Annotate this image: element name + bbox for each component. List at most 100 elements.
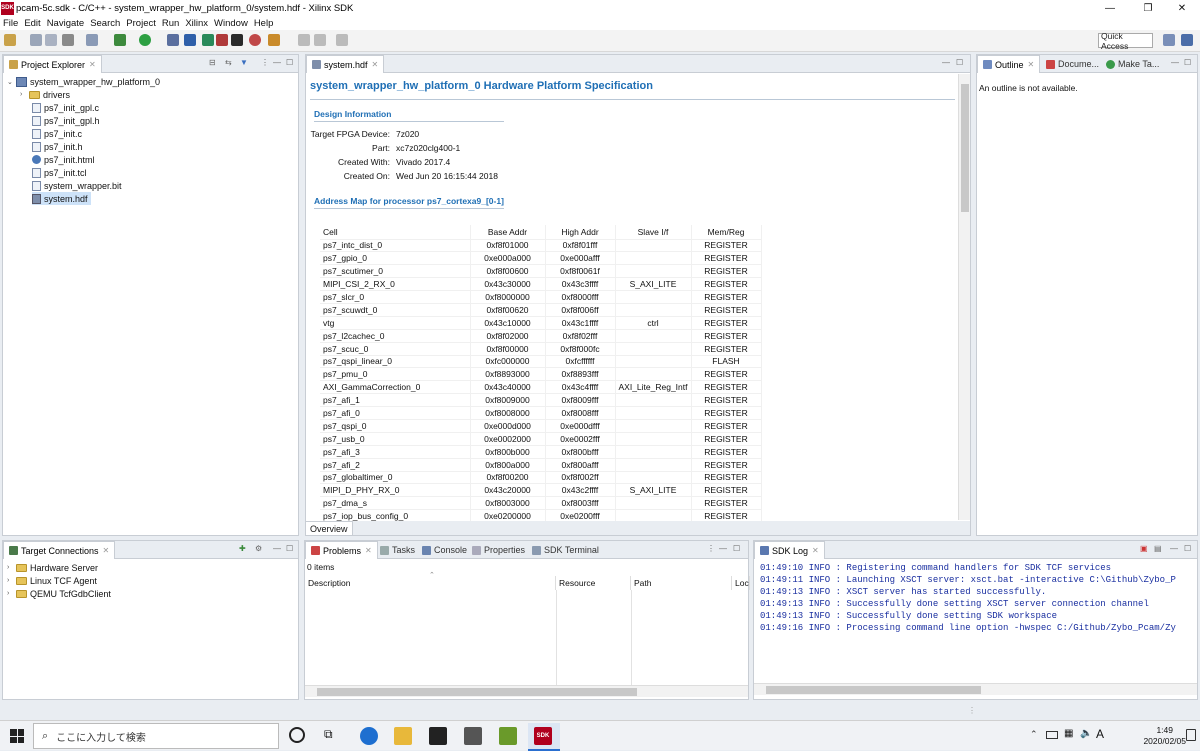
menu-xilinx[interactable]: Xilinx bbox=[185, 18, 208, 29]
tree-root[interactable]: ⌄ system_wrapper_hw_platform_0 bbox=[7, 75, 160, 88]
collapsed-arrow-icon[interactable]: › bbox=[7, 564, 16, 571]
tab-tasks[interactable]: Tasks bbox=[375, 541, 420, 559]
menu-window[interactable]: Window bbox=[214, 18, 248, 29]
notification-center-icon[interactable] bbox=[1186, 729, 1196, 741]
program-fpga-icon[interactable] bbox=[86, 34, 98, 46]
edge-browser-icon[interactable] bbox=[360, 727, 378, 745]
console-icon[interactable] bbox=[231, 34, 243, 46]
battery-icon[interactable] bbox=[1046, 731, 1058, 739]
new-icon[interactable] bbox=[4, 34, 16, 46]
collapsed-arrow-icon[interactable]: › bbox=[7, 577, 16, 584]
collapsed-arrow-icon[interactable]: › bbox=[7, 590, 16, 597]
tree-item[interactable]: ps7_init.html bbox=[32, 153, 95, 166]
close-tab-icon[interactable]: ✕ bbox=[89, 60, 96, 69]
problems-horizontal-scrollbar[interactable] bbox=[305, 685, 748, 697]
maximize-view-icon[interactable]: ☐ bbox=[733, 544, 740, 553]
taskbar-search-box[interactable]: ⌕ ここに入力して検索 bbox=[33, 723, 279, 749]
cpp-perspective-icon[interactable] bbox=[1181, 34, 1193, 46]
tree-item[interactable]: ps7_init_gpl.c bbox=[32, 101, 99, 114]
external-tools-icon[interactable] bbox=[167, 34, 179, 46]
tree-item-selected[interactable]: system.hdf bbox=[32, 192, 91, 205]
tab-documentation[interactable]: Docume... bbox=[1041, 55, 1104, 73]
tree-item[interactable]: ps7_init_gpl.h bbox=[32, 114, 100, 127]
tree-item[interactable]: system_wrapper.bit bbox=[32, 179, 122, 192]
file-explorer-icon[interactable] bbox=[394, 727, 412, 745]
debug-icon[interactable] bbox=[114, 34, 126, 46]
save-icon[interactable] bbox=[30, 34, 42, 46]
minimize-button[interactable]: — bbox=[1092, 0, 1128, 16]
view-menu-icon[interactable]: ⋮ bbox=[261, 58, 269, 67]
menu-project[interactable]: Project bbox=[126, 18, 156, 29]
run-icon[interactable] bbox=[139, 34, 151, 46]
scroll-thumb[interactable] bbox=[317, 688, 637, 696]
tree-item[interactable]: › Hardware Server bbox=[7, 561, 98, 574]
close-tab-icon[interactable]: ✕ bbox=[372, 60, 379, 69]
log-horizontal-scrollbar[interactable] bbox=[754, 683, 1197, 695]
column-header[interactable]: Path bbox=[631, 576, 732, 590]
expanded-arrow-icon[interactable]: ⌄ bbox=[7, 78, 16, 86]
back-icon[interactable] bbox=[298, 34, 310, 46]
tab-console[interactable]: Console bbox=[417, 541, 472, 559]
lock-scroll-icon[interactable]: ▤ bbox=[1154, 544, 1162, 553]
open-perspective-icon[interactable] bbox=[1163, 34, 1175, 46]
show-hidden-icons-icon[interactable]: ⌃ bbox=[1030, 729, 1038, 740]
tree-item[interactable]: ps7_init.tcl bbox=[32, 166, 87, 179]
close-tab-icon[interactable]: ✕ bbox=[1028, 60, 1035, 69]
filter-icon[interactable]: ▼ bbox=[240, 58, 248, 67]
link-editor-icon[interactable]: ⇆ bbox=[225, 58, 232, 67]
tree-item[interactable]: › Linux TCF Agent bbox=[7, 574, 97, 587]
tab-outline[interactable]: Outline ✕ bbox=[977, 55, 1041, 73]
tab-target-connections[interactable]: Target Connections ✕ bbox=[3, 541, 116, 559]
vivado-icon[interactable] bbox=[499, 727, 517, 745]
menu-file[interactable]: File bbox=[3, 18, 18, 29]
minimize-view-icon[interactable]: — bbox=[1171, 58, 1179, 67]
terminal-icon[interactable] bbox=[184, 34, 196, 46]
tab-system-hdf[interactable]: system.hdf ✕ bbox=[306, 55, 385, 73]
scroll-thumb[interactable] bbox=[961, 84, 969, 212]
menu-navigate[interactable]: Navigate bbox=[47, 18, 85, 29]
cortana-icon[interactable] bbox=[289, 727, 305, 743]
maximize-view-icon[interactable]: ☐ bbox=[1184, 58, 1191, 67]
tab-make-target[interactable]: Make Ta... bbox=[1101, 55, 1164, 73]
restore-button[interactable]: ❐ bbox=[1130, 0, 1166, 16]
editor-vertical-scrollbar[interactable] bbox=[958, 74, 970, 520]
save-all-icon[interactable] bbox=[45, 34, 57, 46]
view-menu-icon[interactable]: ⋮ bbox=[707, 544, 715, 553]
minimize-view-icon[interactable]: — bbox=[273, 544, 281, 553]
clear-log-icon[interactable]: ▣ bbox=[1140, 544, 1148, 553]
debug-config-icon[interactable] bbox=[249, 34, 261, 46]
maximize-view-icon[interactable]: ☐ bbox=[1184, 544, 1191, 553]
tab-properties[interactable]: Properties bbox=[467, 541, 530, 559]
column-header[interactable]: Loca bbox=[732, 576, 750, 590]
tab-overview[interactable]: Overview bbox=[306, 521, 353, 535]
navigate-back-icon[interactable] bbox=[314, 34, 326, 46]
volume-icon[interactable]: 🔈 bbox=[1080, 728, 1092, 739]
close-tab-icon[interactable]: ✕ bbox=[103, 546, 110, 555]
build-icon[interactable] bbox=[62, 34, 74, 46]
minimize-view-icon[interactable]: — bbox=[273, 58, 281, 67]
close-button[interactable]: ✕ bbox=[1164, 0, 1200, 16]
ime-indicator[interactable]: A bbox=[1096, 727, 1104, 741]
xsct-icon[interactable] bbox=[202, 34, 214, 46]
menu-edit[interactable]: Edit bbox=[24, 18, 40, 29]
tab-sdk-terminal[interactable]: SDK Terminal bbox=[527, 541, 604, 559]
close-tab-icon[interactable]: ✕ bbox=[812, 546, 819, 555]
collapse-all-icon[interactable]: ⊟ bbox=[209, 58, 216, 67]
new-connection-icon[interactable]: ✚ bbox=[239, 544, 246, 553]
start-windows-icon[interactable] bbox=[10, 729, 24, 743]
column-header[interactable]: Description bbox=[305, 576, 556, 590]
launch-icon[interactable] bbox=[268, 34, 280, 46]
scroll-thumb[interactable] bbox=[766, 686, 981, 694]
tab-sdk-log[interactable]: SDK Log ✕ bbox=[754, 541, 825, 559]
menu-help[interactable]: Help bbox=[254, 18, 274, 29]
minimize-view-icon[interactable]: — bbox=[1170, 544, 1178, 553]
xmd-icon[interactable] bbox=[216, 34, 228, 46]
collapsed-arrow-icon[interactable]: › bbox=[20, 91, 29, 98]
maximize-view-icon[interactable]: ☐ bbox=[286, 544, 293, 553]
close-tab-icon[interactable]: ✕ bbox=[365, 546, 372, 555]
tree-item[interactable]: ps7_init.h bbox=[32, 140, 83, 153]
column-header[interactable]: Resource bbox=[556, 576, 631, 590]
minimize-view-icon[interactable]: — bbox=[942, 58, 950, 67]
xilinx-sdk-taskbar-icon[interactable]: SDK bbox=[534, 727, 552, 745]
maximize-view-icon[interactable]: ☐ bbox=[956, 58, 963, 67]
